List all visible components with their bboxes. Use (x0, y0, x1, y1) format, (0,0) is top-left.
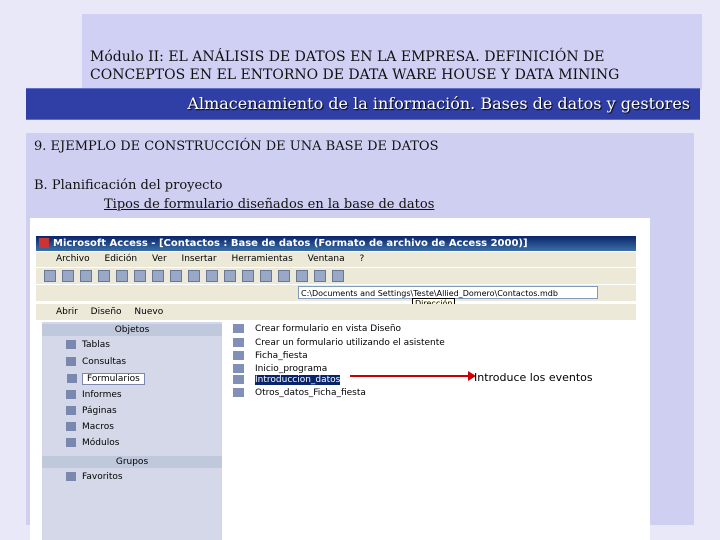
object-pages[interactable]: Páginas (66, 406, 117, 416)
object-tables[interactable]: Tablas (66, 340, 110, 350)
preview-icon[interactable] (116, 270, 128, 282)
print-icon[interactable] (98, 270, 110, 282)
open-icon[interactable] (62, 270, 74, 282)
access-logo-icon (39, 238, 49, 248)
subsection-heading: B. Planificación del proyecto (34, 178, 223, 193)
spelling-icon[interactable] (134, 270, 146, 282)
menu-help[interactable]: ? (359, 254, 364, 264)
form-icon (233, 364, 244, 373)
topic-band: Almacenamiento de la información. Bases … (26, 88, 700, 120)
objects-header: Objetos (42, 324, 222, 336)
table-icon (66, 340, 76, 349)
group-favorites[interactable]: Favoritos (66, 472, 123, 482)
web-toolbar: C:\Documents and Settings\Teste\Allied_D… (36, 285, 636, 301)
section-heading: 9. EJEMPLO DE CONSTRUCCIÓN DE UNA BASE D… (34, 139, 439, 154)
list-item-selected[interactable]: Introduccion_datos (233, 375, 341, 385)
code-icon[interactable] (260, 270, 272, 282)
database-toolbar: Abrir Diseño Nuevo (36, 304, 636, 320)
form-icon (233, 388, 244, 397)
object-reports[interactable]: Informes (66, 390, 122, 400)
form-icon (233, 375, 244, 384)
menu-archivo[interactable]: Archivo (56, 254, 90, 264)
list-item[interactable]: Crear un formulario utilizando el asiste… (233, 338, 445, 348)
save-icon[interactable] (80, 270, 92, 282)
form-icon (233, 351, 244, 360)
list-item[interactable]: Ficha_fiesta (233, 351, 308, 361)
wizard-icon (233, 324, 244, 333)
list-item[interactable]: Crear formulario en vista Diseño (233, 324, 401, 334)
cut-icon[interactable] (152, 270, 164, 282)
module-icon (66, 438, 76, 447)
module-title: Módulo II: EL ANÁLISIS DE DATOS EN LA EM… (90, 48, 690, 84)
new-button[interactable]: Nuevo (134, 307, 163, 317)
objects-bar: Objetos Tablas Consultas Formularios Inf… (42, 322, 222, 540)
page-icon (66, 406, 76, 415)
macro-icon (66, 422, 76, 431)
design-button[interactable]: Diseño (91, 307, 122, 317)
topic-title: Almacenamiento de la información. Bases … (187, 94, 690, 113)
access-screenshot: Microsoft Access - [Contactos : Base de … (30, 218, 650, 540)
properties-icon[interactable] (278, 270, 290, 282)
paste-icon[interactable] (188, 270, 200, 282)
object-queries[interactable]: Consultas (66, 357, 126, 367)
copy-icon[interactable] (170, 270, 182, 282)
list-item[interactable]: Inicio_programa (233, 364, 327, 374)
help-icon[interactable] (332, 270, 344, 282)
annotation-arrow (350, 375, 470, 377)
wizard-icon (233, 338, 244, 347)
window-titlebar: Microsoft Access - [Contactos : Base de … (36, 236, 636, 251)
object-macros[interactable]: Macros (66, 422, 114, 432)
analyze-icon[interactable] (242, 270, 254, 282)
links-icon[interactable] (224, 270, 236, 282)
menu-ventana[interactable]: Ventana (308, 254, 345, 264)
report-icon (66, 390, 76, 399)
subsubsection-heading: Tipos de formulario diseñados en la base… (104, 197, 435, 212)
menu-insertar[interactable]: Insertar (182, 254, 217, 264)
menu-edicion[interactable]: Edición (105, 254, 138, 264)
module-title-line1: Módulo II: EL ANÁLISIS DE DATOS EN LA EM… (90, 49, 605, 65)
annotation-label: Introduce los eventos (474, 371, 593, 384)
window-title: Microsoft Access - [Contactos : Base de … (53, 238, 528, 249)
list-item[interactable]: Otros_datos_Ficha_fiesta (233, 388, 366, 398)
new-icon[interactable] (44, 270, 56, 282)
form-icon (67, 374, 77, 383)
module-title-line2: CONCEPTOS EN EL ENTORNO DE DATA WARE HOU… (90, 67, 620, 83)
object-modules[interactable]: Módulos (66, 438, 119, 448)
menu-herramientas[interactable]: Herramientas (231, 254, 292, 264)
new-object-icon[interactable] (314, 270, 326, 282)
standard-toolbar (36, 268, 636, 284)
menu-ver[interactable]: Ver (152, 254, 167, 264)
query-icon (66, 357, 76, 366)
groups-header: Grupos (42, 456, 222, 468)
open-button[interactable]: Abrir (56, 307, 78, 317)
favorites-icon (66, 472, 76, 481)
undo-icon[interactable] (206, 270, 218, 282)
object-forms[interactable]: Formularios (67, 373, 145, 385)
menu-bar: Archivo Edición Ver Insertar Herramienta… (36, 252, 636, 267)
relationships-icon[interactable] (296, 270, 308, 282)
